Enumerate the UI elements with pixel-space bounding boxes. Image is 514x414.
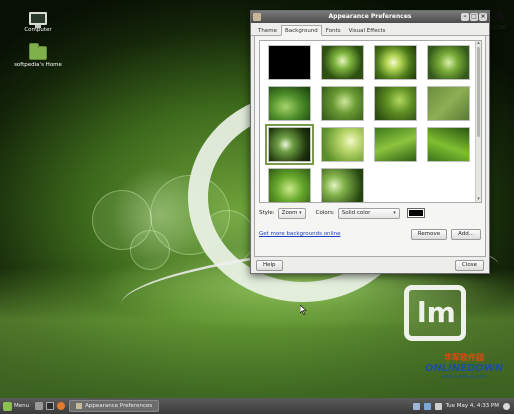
get-more-backgrounds-link[interactable]: Get more backgrounds online xyxy=(259,231,340,237)
watermark-en: ONLINEDOWN xyxy=(424,363,504,374)
wallpaper-thumbnail[interactable] xyxy=(268,45,311,80)
network-icon[interactable] xyxy=(412,402,420,410)
close-button[interactable]: Close xyxy=(455,260,484,271)
wallpaper-thumbnail[interactable] xyxy=(374,127,417,162)
colors-combo[interactable]: Solid color ▾ xyxy=(337,207,400,219)
style-value: Zoom xyxy=(281,210,298,216)
shield-icon[interactable] xyxy=(423,402,431,410)
style-combo[interactable]: Zoom ▾ xyxy=(277,207,306,219)
window-title: Appearance Preferences xyxy=(328,13,412,20)
wallpaper-thumbnail[interactable] xyxy=(268,168,311,202)
gallery-scrollbar[interactable]: ▴ ▾ xyxy=(475,41,481,202)
desktop-icon-home[interactable]: softpedia's Home xyxy=(8,43,68,68)
wallpaper-thumbnail[interactable] xyxy=(427,127,470,162)
taskbar-window-label: Appearance Preferences xyxy=(85,403,153,409)
home-folder-icon xyxy=(29,43,47,60)
wallpaper-thumbnail[interactable] xyxy=(374,86,417,121)
add-button[interactable]: Add... xyxy=(451,228,481,240)
desktop-icon-computer[interactable]: Computer xyxy=(8,12,68,33)
tab-fonts[interactable]: Fonts xyxy=(322,25,345,35)
window-app-icon xyxy=(76,403,83,409)
wallpaper-thumbnail[interactable] xyxy=(268,86,311,121)
close-icon[interactable]: × xyxy=(479,13,487,21)
linux-mint-logo: lm xyxy=(404,285,466,341)
window-app-icon xyxy=(253,13,261,21)
background-panel: ▴ ▾ Style: Zoom ▾ Colors: Solid color ▾ … xyxy=(254,36,486,257)
minimize-icon[interactable]: – xyxy=(461,13,469,21)
style-label: Style: xyxy=(259,210,275,216)
wallpaper-thumbnail[interactable] xyxy=(321,127,364,162)
watermark-url: www.newhua.com xyxy=(441,374,487,380)
wallpaper-thumbnail[interactable] xyxy=(321,168,364,202)
browser-launcher-icon[interactable] xyxy=(57,402,66,410)
color-swatch-button[interactable] xyxy=(406,208,425,218)
system-tray: Tue May 4, 4:33 PM xyxy=(412,402,514,410)
tab-visual-effects[interactable]: Visual Effects xyxy=(345,25,390,35)
terminal-launcher-icon[interactable] xyxy=(46,402,55,410)
tab-bar: Theme Background Fonts Visual Effects xyxy=(251,23,489,36)
desktop-icon-label: softpedia's Home xyxy=(14,62,62,68)
scroll-down-icon[interactable]: ▾ xyxy=(476,197,481,202)
watermark-bottom: 华军软件园 ONLINEDOWN www.newhua.com xyxy=(418,352,510,380)
mint-menu-icon xyxy=(3,401,12,411)
wallpaper-thumbnail-selected[interactable] xyxy=(265,124,314,165)
dialog-button-row: Help Close xyxy=(251,257,489,271)
menu-button[interactable]: Menu xyxy=(0,401,32,411)
colors-label: Colors: xyxy=(315,210,335,216)
tab-theme[interactable]: Theme xyxy=(254,25,281,35)
watermark-cn: 华军软件园 xyxy=(444,353,484,362)
scroll-up-icon[interactable]: ▴ xyxy=(476,41,481,46)
power-icon[interactable] xyxy=(503,402,510,410)
tab-background[interactable]: Background xyxy=(280,25,322,36)
wallpaper-thumbnail[interactable] xyxy=(321,86,364,121)
clock[interactable]: Tue May 4, 4:33 PM xyxy=(446,403,499,409)
window-titlebar[interactable]: Appearance Preferences – □ × xyxy=(251,11,489,23)
maximize-icon[interactable]: □ xyxy=(470,13,478,21)
wallpaper-gallery: ▴ ▾ xyxy=(259,40,482,203)
wallpaper-thumbnail[interactable] xyxy=(321,45,364,80)
taskbar-window-button[interactable]: Appearance Preferences xyxy=(69,400,160,412)
wallpaper-thumbnail[interactable] xyxy=(427,86,470,121)
mouse-cursor-icon xyxy=(300,305,307,315)
help-button[interactable]: Help xyxy=(256,260,283,271)
link-row: Get more backgrounds online Remove Add..… xyxy=(259,228,481,240)
wallpaper-thumbnail[interactable] xyxy=(427,45,470,80)
taskbar: Menu Appearance Preferences Tue May 4, 4… xyxy=(0,398,514,414)
appearance-preferences-window: Appearance Preferences – □ × Theme Backg… xyxy=(250,10,490,274)
remove-button[interactable]: Remove xyxy=(410,228,448,240)
computer-icon xyxy=(29,12,47,28)
style-row: Style: Zoom ▾ Colors: Solid color ▾ xyxy=(259,207,481,219)
chevron-down-icon: ▾ xyxy=(299,210,302,216)
show-desktop-icon[interactable] xyxy=(35,402,44,410)
colors-value: Solid color xyxy=(341,210,371,216)
menu-label: Menu xyxy=(14,403,30,409)
wallpaper-thumbnail[interactable] xyxy=(374,45,417,80)
volume-icon[interactable] xyxy=(434,402,442,410)
chevron-down-icon: ▾ xyxy=(393,210,396,216)
